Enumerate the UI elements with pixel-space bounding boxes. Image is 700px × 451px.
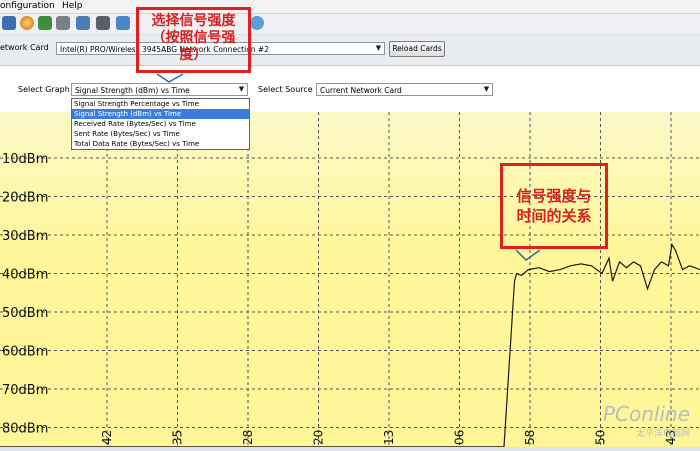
chevron-down-icon: ▼ (375, 44, 382, 52)
graph-option[interactable]: Total Data Rate (Bytes/Sec) vs Time (72, 139, 249, 149)
info-icon[interactable] (250, 16, 264, 30)
scan-icon[interactable] (20, 16, 34, 30)
connect-icon[interactable] (38, 16, 52, 30)
export-icon[interactable] (76, 16, 90, 30)
y-tick-label: 20dBm (2, 191, 48, 206)
x-tick-label: 42 (100, 430, 114, 445)
x-tick-label: 06 (453, 430, 467, 445)
graph-option[interactable]: Sent Rate (Bytes/Sec) vs Time (72, 129, 249, 139)
annotation-line: 时间的关系 (516, 207, 592, 225)
chevron-down-icon: ▼ (483, 85, 490, 93)
x-tick-label: 35 (171, 430, 185, 445)
annotation-line: 信号强度与 (516, 187, 592, 205)
disconnect-icon[interactable] (56, 16, 70, 30)
chevron-down-icon: ▼ (238, 85, 245, 93)
reload-cards-button[interactable]: Reload Cards (389, 41, 445, 57)
select-graph-dropdown[interactable]: Signal Strength (dBm) vs Time ▼ (71, 83, 248, 96)
y-tick-label: 70dBm (2, 383, 48, 398)
graph-option[interactable]: Received Rate (Bytes/Sec) vs Time (72, 119, 249, 129)
x-tick-label: 20 (312, 430, 326, 445)
watermark-brand: PConline (602, 402, 690, 426)
annotation-line: 度） (179, 47, 208, 63)
network-card-label: etwork Card (0, 43, 49, 52)
annotation-select-text: 选择信号强度 （按照信号强 度） (136, 13, 251, 64)
y-tick-label: 10dBm (2, 152, 48, 167)
x-tick-label: 28 (241, 430, 255, 445)
network-card-row: etwork Card Intel(R) PRO/Wireless 3945AB… (0, 35, 700, 66)
watermark-sub: 太平洋电脑网 (635, 429, 690, 439)
menu-bar: onfiguration Help (0, 0, 700, 14)
y-tick-label: 80dBm (2, 422, 48, 437)
graph-icon[interactable] (116, 16, 130, 30)
select-source-value: Current Network Card (320, 86, 402, 95)
select-graph-label: Select Graph (18, 85, 70, 94)
annotation-pointer (156, 73, 184, 83)
menu-help[interactable]: Help (62, 0, 83, 13)
annotation-pointer (515, 249, 541, 261)
y-tick-label: 30dBm (2, 229, 48, 244)
graph-options-list: Signal Strength Percentage vs Time Signal… (71, 98, 250, 150)
watermark-logo: PConline 太平洋电脑网 (603, 402, 690, 439)
y-tick-label: 60dBm (2, 345, 48, 360)
menu-configuration[interactable]: onfiguration (0, 0, 55, 13)
x-tick-label: 13 (382, 430, 396, 445)
select-source-dropdown[interactable]: Current Network Card ▼ (316, 83, 493, 96)
annotation-line: 选择信号强度 (151, 13, 236, 29)
graph-option[interactable]: Signal Strength (dBm) vs Time (72, 109, 249, 119)
x-tick-label: 58 (523, 430, 537, 445)
signal-series-line (0, 242, 700, 448)
select-source-label: Select Source (258, 85, 313, 94)
print-icon[interactable] (96, 16, 110, 30)
y-tick-label: 50dBm (2, 306, 48, 321)
toolbar (0, 14, 700, 34)
select-graph-value: Signal Strength (dBm) vs Time (75, 86, 190, 95)
annotation-line: （按照信号强 (151, 30, 236, 46)
annotation-relation-text: 信号强度与 时间的关系 (500, 186, 608, 226)
y-tick-label: 40dBm (2, 268, 48, 283)
network-icon[interactable] (2, 16, 16, 30)
graph-option[interactable]: Signal Strength Percentage vs Time (72, 99, 249, 109)
